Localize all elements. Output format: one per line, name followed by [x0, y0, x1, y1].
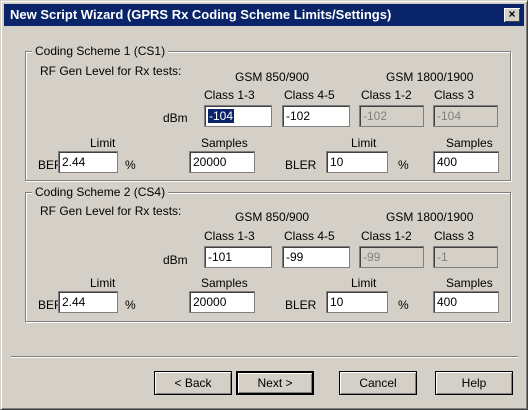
cs1-ber-limit-field[interactable]: 2.44 [58, 151, 118, 173]
cs1-class12-field: -102 [359, 105, 424, 127]
cs2-bler-samples-label: Samples [446, 276, 493, 290]
cs1-ber-samples-label: Samples [201, 136, 248, 150]
cs2-class12-label: Class 1-2 [361, 229, 412, 243]
cs1-bler-label: BLER [285, 158, 317, 172]
title-bar[interactable]: New Script Wizard (GPRS Rx Coding Scheme… [4, 4, 524, 26]
cs2-bler-unit: % [398, 298, 409, 312]
cs1-bler-samples-label: Samples [446, 136, 493, 150]
cs2-ber-samples-label: Samples [201, 276, 248, 290]
cs1-dbm-label: dBm [163, 111, 188, 125]
cs2-class12-field: -99 [359, 246, 424, 268]
cs1-bler-samples-field[interactable]: 400 [433, 151, 499, 173]
back-button[interactable]: < Back [154, 371, 232, 395]
cs1-ber-limit-label: Limit [90, 136, 116, 150]
cs2-class45-label: Class 4-5 [284, 229, 335, 243]
cs1-class3-field: -104 [433, 105, 498, 127]
close-icon[interactable]: × [504, 8, 520, 22]
cs2-bler-label: BLER [285, 298, 317, 312]
cs1-band-gsm850-label: GSM 850/900 [235, 70, 310, 84]
cs1-class13-label: Class 1-3 [204, 88, 255, 102]
cs1-band-gsm1800-label: GSM 1800/1900 [386, 70, 474, 84]
cs1-ber-unit: % [125, 158, 136, 172]
cs2-band-gsm1800-label: GSM 1800/1900 [386, 210, 474, 224]
cs1-bler-limit-field[interactable]: 10 [326, 151, 388, 173]
cs2-class3-field: -1 [433, 246, 498, 268]
group-cs1-title: Coding Scheme 1 (CS1) [32, 44, 169, 58]
cs2-ber-samples-field[interactable]: 20000 [189, 291, 255, 313]
cs2-band-gsm850-label: GSM 850/900 [235, 210, 310, 224]
cs2-class13-label: Class 1-3 [204, 229, 255, 243]
wizard-window: New Script Wizard (GPRS Rx Coding Scheme… [0, 0, 528, 410]
cs1-bler-limit-label: Limit [351, 136, 377, 150]
group-cs2-title: Coding Scheme 2 (CS4) [32, 185, 169, 199]
button-separator [11, 356, 518, 358]
cs2-class13-field[interactable]: -101 [204, 246, 272, 268]
help-button[interactable]: Help [435, 371, 513, 395]
cs1-rf-gen-label: RF Gen Level for Rx tests: [40, 64, 182, 78]
cs2-dbm-label: dBm [163, 253, 188, 267]
cs1-class13-field[interactable]: -104 [204, 105, 272, 127]
cs1-class12-label: Class 1-2 [361, 88, 412, 102]
cs2-ber-limit-field[interactable]: 2.44 [58, 291, 118, 313]
cs2-ber-limit-label: Limit [90, 276, 116, 290]
cs2-class45-field[interactable]: -99 [282, 246, 350, 268]
cs1-bler-unit: % [398, 158, 409, 172]
cs2-bler-limit-field[interactable]: 10 [326, 291, 388, 313]
cs2-bler-limit-label: Limit [351, 276, 377, 290]
cs1-class3-label: Class 3 [434, 88, 475, 102]
cs1-class45-label: Class 4-5 [284, 88, 335, 102]
cs2-class3-label: Class 3 [434, 229, 475, 243]
cs1-ber-samples-field[interactable]: 20000 [189, 151, 255, 173]
cancel-button[interactable]: Cancel [339, 371, 417, 395]
cs1-class45-field[interactable]: -102 [282, 105, 350, 127]
cs2-ber-unit: % [125, 298, 136, 312]
cs2-bler-samples-field[interactable]: 400 [433, 291, 499, 313]
next-button[interactable]: Next > [236, 371, 314, 395]
cs2-rf-gen-label: RF Gen Level for Rx tests: [40, 204, 182, 218]
cs1-class13-value: -104 [208, 109, 235, 123]
window-title: New Script Wizard (GPRS Rx Coding Scheme… [10, 7, 392, 22]
